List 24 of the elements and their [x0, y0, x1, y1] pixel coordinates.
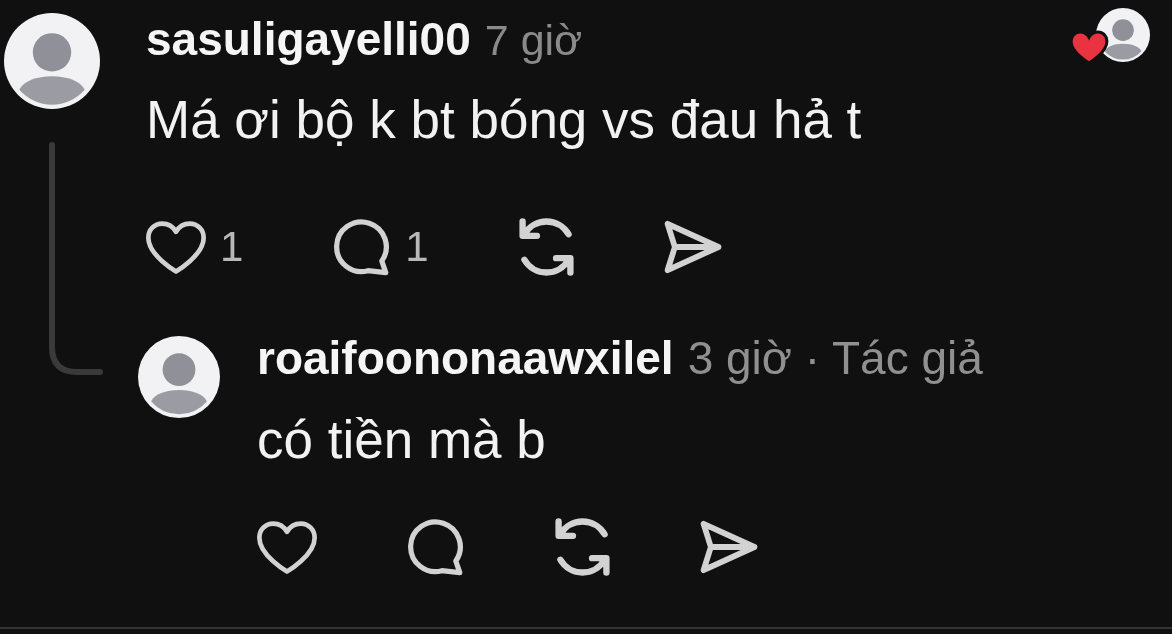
comment-text: Má ơi bộ k bt bóng vs đau hả t: [146, 90, 863, 150]
heart-icon: [146, 220, 206, 274]
speech-bubble-icon: [407, 518, 465, 576]
speech-bubble-icon: [333, 218, 392, 276]
like-button[interactable]: [257, 520, 317, 574]
heart-icon: [257, 520, 317, 574]
username-link[interactable]: sasuligayelli00: [146, 13, 471, 65]
reply-text: có tiền mà b: [257, 410, 547, 470]
reply-button[interactable]: 1: [333, 218, 429, 276]
share-button[interactable]: [663, 220, 722, 274]
reply-button[interactable]: [407, 518, 465, 576]
username-link[interactable]: roaifoononaawxilel: [257, 332, 674, 384]
repost-button[interactable]: [518, 218, 574, 276]
avatar-icon[interactable]: [4, 13, 100, 109]
repost-button[interactable]: [555, 518, 610, 576]
paper-plane-icon: [700, 520, 758, 574]
like-button[interactable]: 1: [146, 220, 244, 274]
repost-arrows-icon: [555, 518, 610, 576]
repost-arrows-icon: [518, 218, 574, 276]
paper-plane-icon: [663, 220, 722, 274]
timestamp: 7 giờ: [484, 15, 583, 66]
avatar-icon[interactable]: [138, 336, 220, 418]
time-and-author-label: 3 giờ · Tác giả: [687, 332, 983, 384]
share-button[interactable]: [700, 520, 758, 574]
